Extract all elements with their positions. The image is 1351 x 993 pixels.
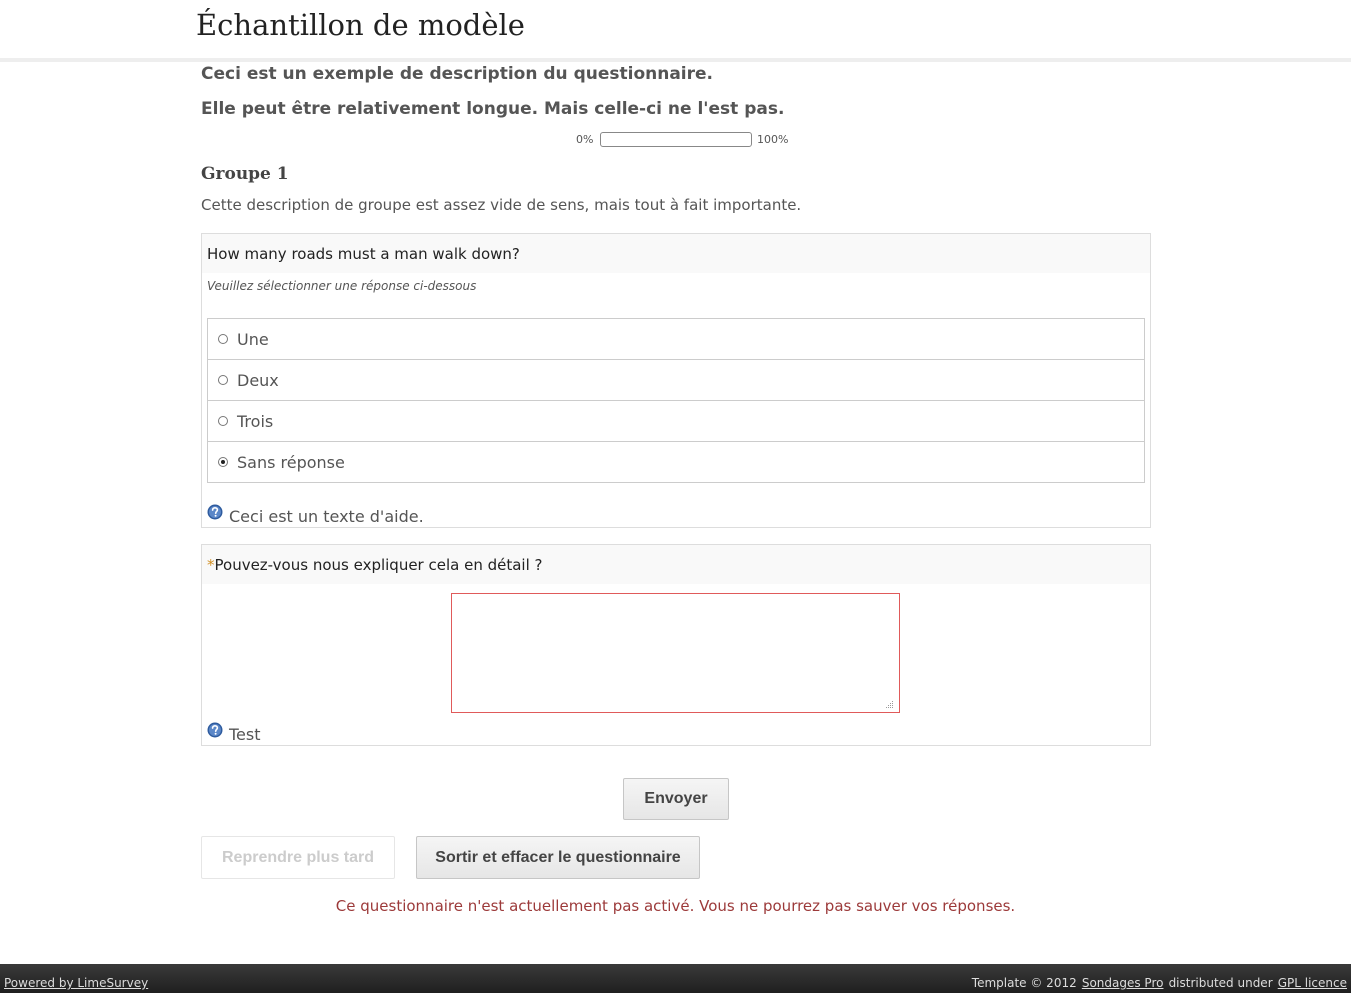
question-circle-icon: [207, 722, 223, 738]
submit-button[interactable]: Envoyer: [623, 778, 729, 820]
distributed-under-text: distributed under: [1168, 976, 1273, 990]
question-header: *Pouvez-vous nous expliquer cela en déta…: [202, 545, 1150, 584]
progress-bar: [600, 132, 752, 147]
question-help: Ceci est un texte d'aide.: [207, 504, 424, 526]
answer-option-sans-reponse[interactable]: Sans réponse: [208, 441, 1144, 482]
survey-description-line-2: Elle peut être relativement longue. Mais…: [201, 99, 785, 119]
survey-title: Échantillon de modèle: [196, 8, 525, 42]
radio-button[interactable]: [218, 457, 228, 467]
group-description: Cette description de groupe est assez vi…: [201, 196, 802, 214]
question-details: *Pouvez-vous nous expliquer cela en déta…: [201, 544, 1151, 746]
footer-left: Powered by LimeSurvey: [4, 972, 148, 991]
resume-later-button[interactable]: Reprendre plus tard: [201, 836, 395, 879]
answer-option-trois[interactable]: Trois: [208, 400, 1144, 441]
question-header: How many roads must a man walk down?: [202, 234, 1150, 273]
page-footer: Powered by LimeSurvey Template © 2012 So…: [0, 964, 1351, 993]
answer-label[interactable]: Une: [237, 330, 269, 349]
progress-start-label: 0%: [576, 133, 594, 146]
inactive-survey-warning: Ce questionnaire n'est actuellement pas …: [335, 897, 1016, 915]
radio-button[interactable]: [218, 334, 228, 344]
question-roads: How many roads must a man walk down? Veu…: [201, 233, 1151, 528]
answer-option-une[interactable]: Une: [208, 319, 1144, 359]
question-circle-icon: [207, 504, 223, 520]
licence-link[interactable]: GPL licence: [1278, 976, 1347, 990]
template-prefix: Template © 2012: [971, 976, 1077, 990]
question-instruction: Veuillez sélectionner une réponse ci-des…: [207, 279, 477, 293]
progress-indicator: 0% 100%: [0, 132, 1351, 148]
help-text: Test: [229, 725, 261, 744]
answer-list: Une Deux Trois Sans réponse: [207, 318, 1145, 483]
answer-label[interactable]: Deux: [237, 371, 279, 390]
resize-grip-icon[interactable]: [884, 699, 894, 709]
radio-button[interactable]: [218, 416, 228, 426]
question-text: *Pouvez-vous nous expliquer cela en déta…: [207, 556, 543, 574]
template-author-link[interactable]: Sondages Pro: [1082, 976, 1164, 990]
exit-clear-button[interactable]: Sortir et effacer le questionnaire: [416, 836, 700, 879]
radio-button[interactable]: [218, 375, 228, 385]
question-help: Test: [207, 722, 261, 744]
help-text: Ceci est un texte d'aide.: [229, 507, 424, 526]
powered-by-link[interactable]: Powered by LimeSurvey: [4, 976, 148, 990]
question-text-label: Pouvez-vous nous expliquer cela en détai…: [214, 556, 543, 574]
footer-right: Template © 2012 Sondages Pro distributed…: [972, 972, 1347, 991]
answer-label[interactable]: Trois: [237, 412, 273, 431]
site-header: Échantillon de modèle: [0, 0, 1351, 62]
group-title: Groupe 1: [201, 164, 289, 184]
progress-end-label: 100%: [757, 133, 789, 146]
required-asterisk: *: [207, 556, 215, 574]
survey-description-line-1: Ceci est un exemple de description du qu…: [201, 64, 713, 84]
question-text: How many roads must a man walk down?: [207, 245, 520, 263]
detail-answer-textarea[interactable]: [451, 593, 900, 713]
answer-option-deux[interactable]: Deux: [208, 359, 1144, 400]
answer-label[interactable]: Sans réponse: [237, 453, 345, 472]
